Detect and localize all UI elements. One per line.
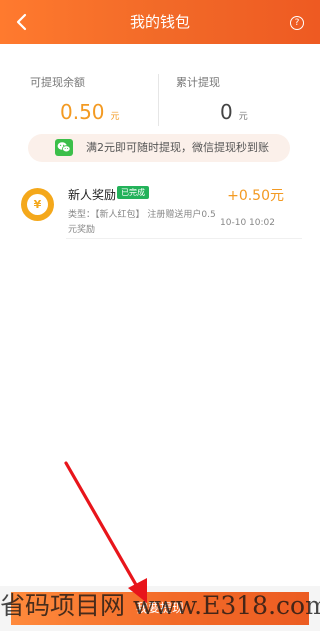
total-withdrawn-row: 0元 bbox=[220, 100, 248, 124]
total-withdrawn-value: 0 bbox=[220, 100, 233, 124]
list-item[interactable]: ¥ 新人奖励 已完成 +0.50元 类型：【新人红包】 注册赠送用户0.5元奖励… bbox=[0, 172, 320, 242]
record-amount: +0.50元 bbox=[227, 188, 284, 204]
divider bbox=[66, 238, 302, 239]
record-description: 类型：【新人红包】 注册赠送用户0.5元奖励 bbox=[68, 210, 216, 235]
record-time: 10-10 10:02 bbox=[220, 218, 275, 228]
coin-symbol: ¥ bbox=[27, 194, 48, 215]
available-balance-value: 0.50 bbox=[60, 100, 105, 124]
help-icon[interactable]: ? bbox=[290, 16, 304, 30]
withdraw-button[interactable]: 我要提现 bbox=[11, 592, 309, 625]
yuan-coin-icon: ¥ bbox=[21, 188, 54, 221]
total-withdrawn-unit: 元 bbox=[238, 112, 248, 122]
app-header: 我的钱包 ? bbox=[0, 0, 320, 44]
page-title: 我的钱包 bbox=[129, 13, 190, 31]
available-balance-unit: 元 bbox=[110, 112, 120, 122]
withdraw-notice: 满2元即可随时提现，微信提现秒到账 bbox=[28, 134, 290, 162]
wechat-icon bbox=[55, 139, 73, 156]
available-balance-row: 0.50 元 bbox=[60, 100, 120, 124]
status-badge: 已完成 bbox=[117, 186, 149, 199]
record-title: 新人奖励 bbox=[68, 188, 117, 202]
notice-text: 满2元即可随时提现，微信提现秒到账 bbox=[86, 141, 269, 154]
